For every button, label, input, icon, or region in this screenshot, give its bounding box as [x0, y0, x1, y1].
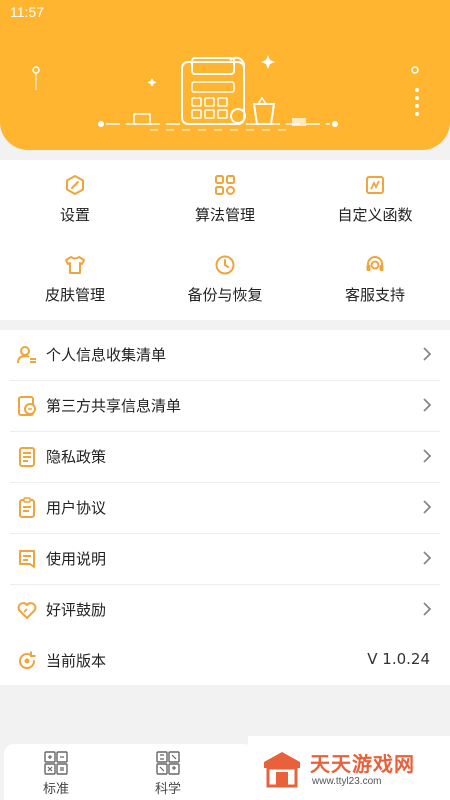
feature-settings[interactable]: 设置	[0, 160, 150, 240]
algorithm-grid-icon	[215, 175, 235, 195]
feature-label: 备份与恢复	[187, 286, 263, 304]
refresh-icon	[19, 651, 36, 670]
document-icon	[19, 447, 35, 467]
tab-standard[interactable]: 标准	[26, 748, 86, 798]
menu-label: 用户协议	[46, 499, 107, 517]
user-list-icon	[17, 346, 36, 364]
watermark-logo-icon	[264, 752, 300, 788]
menu-label: 第三方共享信息清单	[46, 397, 182, 415]
feature-algorithm[interactable]: 算法管理	[150, 160, 300, 240]
version-value: V 1.0.24	[367, 650, 430, 668]
feature-label: 设置	[59, 206, 90, 224]
scientific-calculator-icon	[156, 751, 180, 775]
gear-hexagon-icon	[66, 175, 84, 195]
heart-icon	[17, 602, 37, 619]
watermark-url: www.ttyl23.com	[312, 776, 382, 787]
feature-label: 自定义函数	[337, 206, 413, 224]
menu-personal-info[interactable]: 个人信息收集清单	[0, 330, 450, 381]
chevron-right-icon	[423, 449, 432, 463]
menu-label: 隐私政策	[46, 448, 107, 466]
tab-scientific[interactable]: 科学	[138, 748, 198, 798]
header-banner: 11:57	[0, 0, 450, 150]
feature-label: 算法管理	[194, 206, 255, 224]
settings-list: 个人信息收集清单 第三方共享信息清单 隐私政策 用户协议 使用说明 好评鼓励 当…	[0, 330, 450, 685]
tab-label: 标准	[42, 782, 69, 797]
feature-custom-function[interactable]: 自定义函数	[300, 160, 450, 240]
menu-version: 当前版本 V 1.0.24	[0, 636, 450, 687]
menu-privacy[interactable]: 隐私政策	[0, 432, 450, 483]
chevron-right-icon	[423, 551, 432, 565]
menu-label: 个人信息收集清单	[46, 346, 167, 364]
headset-icon	[366, 256, 384, 271]
watermark-title: 天天游戏网	[310, 752, 415, 776]
standard-calculator-icon	[44, 751, 68, 775]
feature-grid: 设置 算法管理 自定义函数 皮肤管理 备份与恢复 客服支持	[0, 160, 450, 320]
menu-user-agreement[interactable]: 用户协议	[0, 483, 450, 534]
version-label: 当前版本	[46, 652, 107, 670]
tab-label: 科学	[154, 782, 181, 797]
chevron-right-icon	[423, 500, 432, 514]
chevron-right-icon	[423, 347, 432, 361]
menu-rate[interactable]: 好评鼓励	[0, 585, 450, 636]
tshirt-icon	[65, 256, 85, 274]
feature-skin[interactable]: 皮肤管理	[0, 240, 150, 320]
share-list-icon	[18, 396, 36, 416]
feature-label: 皮肤管理	[44, 286, 105, 304]
chevron-right-icon	[423, 602, 432, 616]
calculator-illustration	[32, 55, 419, 131]
feature-label: 客服支持	[344, 286, 405, 304]
custom-function-icon	[366, 176, 384, 194]
agreement-icon	[19, 497, 35, 518]
manual-icon	[19, 550, 35, 568]
backup-restore-icon	[215, 255, 235, 275]
feature-support[interactable]: 客服支持	[300, 240, 450, 320]
menu-label: 好评鼓励	[46, 601, 107, 619]
menu-instructions[interactable]: 使用说明	[0, 534, 450, 585]
watermark: 天天游戏网 www.ttyl23.com	[248, 736, 450, 800]
menu-third-party[interactable]: 第三方共享信息清单	[0, 381, 450, 432]
chevron-right-icon	[423, 398, 432, 412]
feature-backup[interactable]: 备份与恢复	[150, 240, 300, 320]
menu-label: 使用说明	[46, 550, 107, 568]
